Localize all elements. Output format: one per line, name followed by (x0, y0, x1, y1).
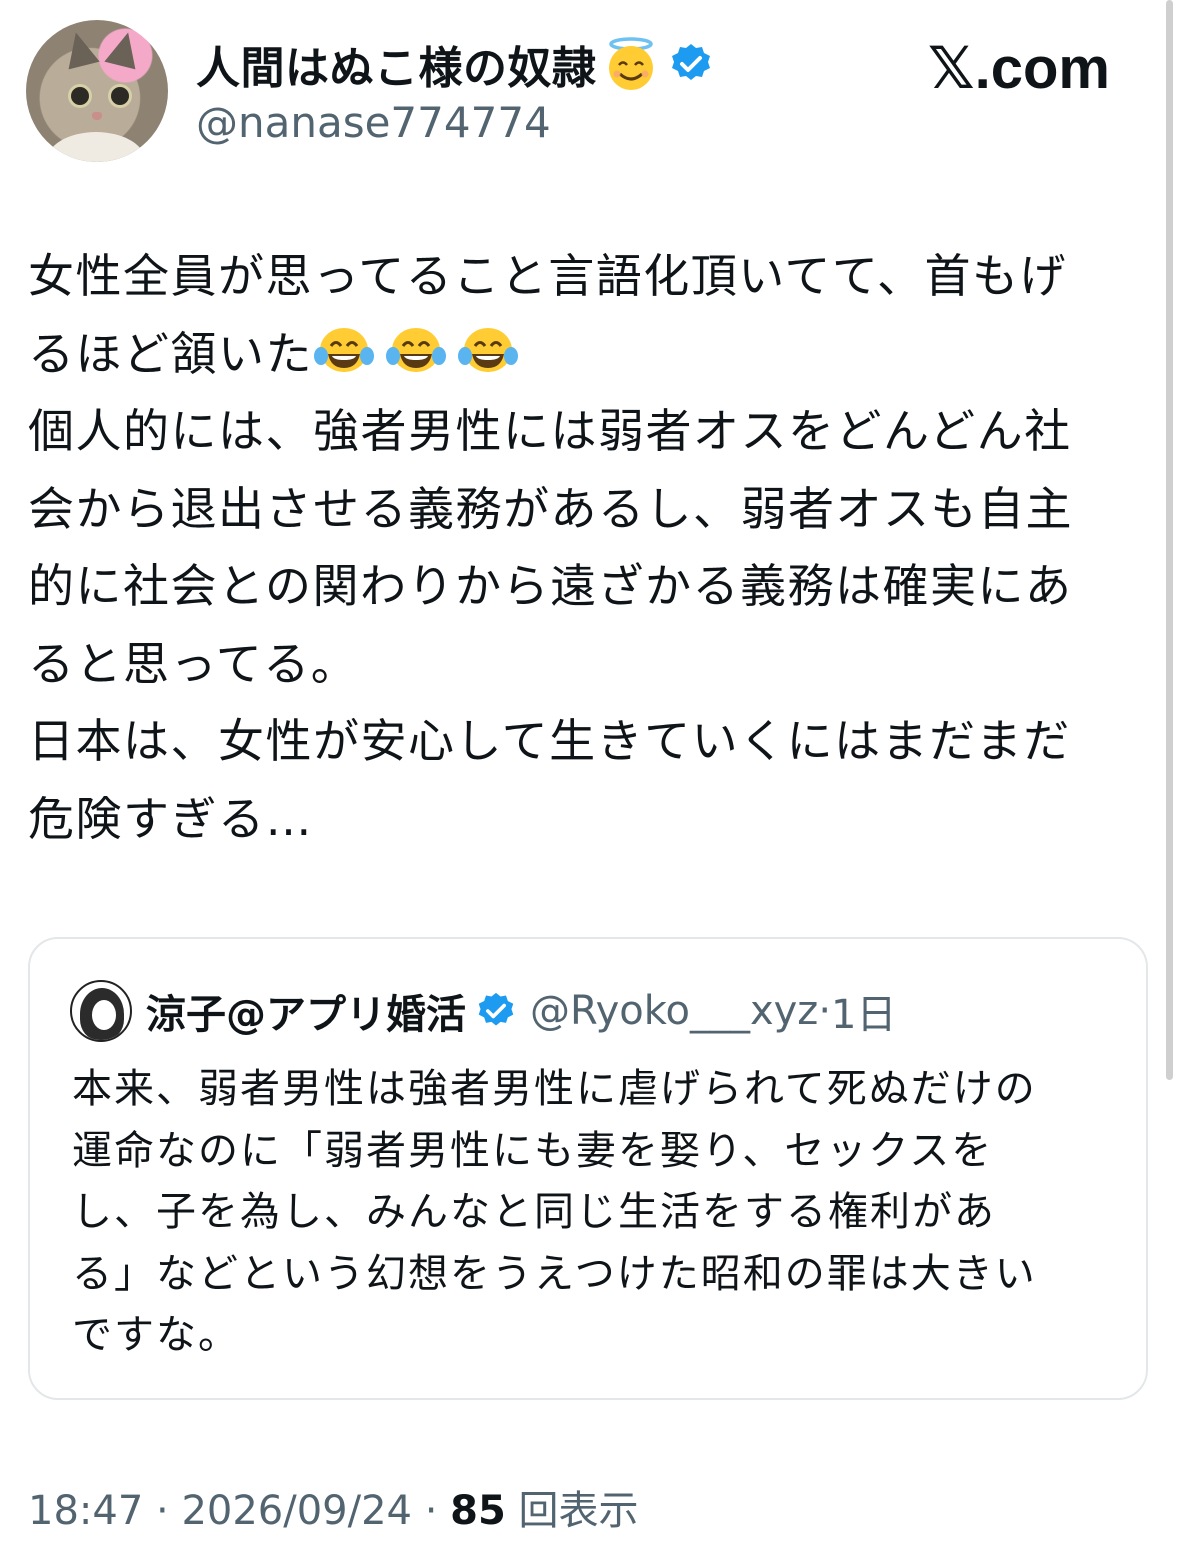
tweet-date[interactable]: 2026/09/24 (181, 1488, 412, 1534)
tweet-line: 的に社会との関わりから遠ざかる義務は確実にあ (28, 559, 1073, 613)
tweet-footer: 18:47 · 2026/09/24 · 85 回表示 (28, 1478, 639, 1536)
quoted-tweet-card[interactable]: 涼子@アプリ婚活 @Ryoko___xyz · 1日 本来、弱者男性は強者男性に… (28, 937, 1148, 1400)
quoted-author-handle[interactable]: @Ryoko___xyz (530, 988, 818, 1034)
x-com-logo: 𝕏.com (927, 36, 1110, 101)
face-with-tears-of-joy-icon (314, 327, 374, 372)
tweet-line: 女性全員が思ってること言語化頂いてて、首もげ (28, 249, 1068, 303)
quote-line: 運命なのに「弱者男性にも妻を娶り、セックスを (72, 1127, 994, 1174)
separator-dot: · (156, 1488, 182, 1534)
tweet-time[interactable]: 18:47 (28, 1488, 143, 1534)
verified-badge-icon (671, 44, 710, 80)
quoted-author-avatar[interactable] (70, 980, 132, 1042)
tweet-line: るほど頷いた (28, 326, 313, 381)
quote-line: 本来、弱者男性は強者男性に虐げられて死ぬだけの (72, 1066, 1037, 1112)
verified-badge-icon (478, 992, 514, 1026)
author-avatar[interactable] (26, 20, 168, 162)
views-label: 回表示 (518, 1488, 639, 1534)
separator-dot: · (818, 988, 832, 1034)
quoted-author-display-name[interactable]: 涼子@アプリ婚活 (146, 982, 466, 1040)
face-with-tears-of-joy-icon (386, 327, 446, 372)
author-name-row: 人間はぬこ様の奴隷 (196, 32, 713, 96)
quoted-tweet-age[interactable]: 1日 (831, 982, 896, 1040)
tweet-body: 女性全員が思ってること言語化頂いてて、首もげ るほど頷いた 個人的には、強者男性… (28, 238, 1148, 858)
face-with-tears-of-joy-icon (458, 327, 518, 372)
tweet-line: 日本は、女性が安心して生きていくにはまだまだ (28, 714, 1071, 768)
quote-line: ですな。 (72, 1312, 240, 1358)
author-display-name[interactable]: 人間はぬこ様の奴隷 (196, 32, 597, 96)
quote-line: し、子を為し、みんなと同じ生活をする権利があ (72, 1189, 996, 1235)
tweet-line: 危険すぎる… (28, 791, 313, 846)
quoted-tweet-body: 本来、弱者男性は強者男性に虐げられて死ぬだけの 運命なのに「弱者男性にも妻を娶り… (72, 1059, 1112, 1367)
smiling-face-with-halo-icon (608, 37, 653, 90)
tweet-line: ると思ってる。 (28, 636, 359, 691)
scrollbar[interactable] (1166, 0, 1173, 1080)
views-count: 85 (450, 1488, 506, 1534)
tweet-header: 人間はぬこ様の奴隷 @nanase774774 𝕏.com (26, 20, 1146, 170)
author-handle[interactable]: @nanase774774 (196, 98, 551, 147)
quote-line: る」などという幻想をうえつけた昭和の罪は大きい (72, 1250, 1037, 1297)
quoted-tweet-header: 涼子@アプリ婚活 @Ryoko___xyz · 1日 (70, 980, 896, 1042)
separator-dot: · (424, 1488, 451, 1534)
tweet-line: 個人的には、強者男性には弱者オスをどんどん社 (28, 404, 1072, 458)
tweet-line: 会から退出させる義務があるし、弱者オスも自主 (28, 481, 1073, 536)
